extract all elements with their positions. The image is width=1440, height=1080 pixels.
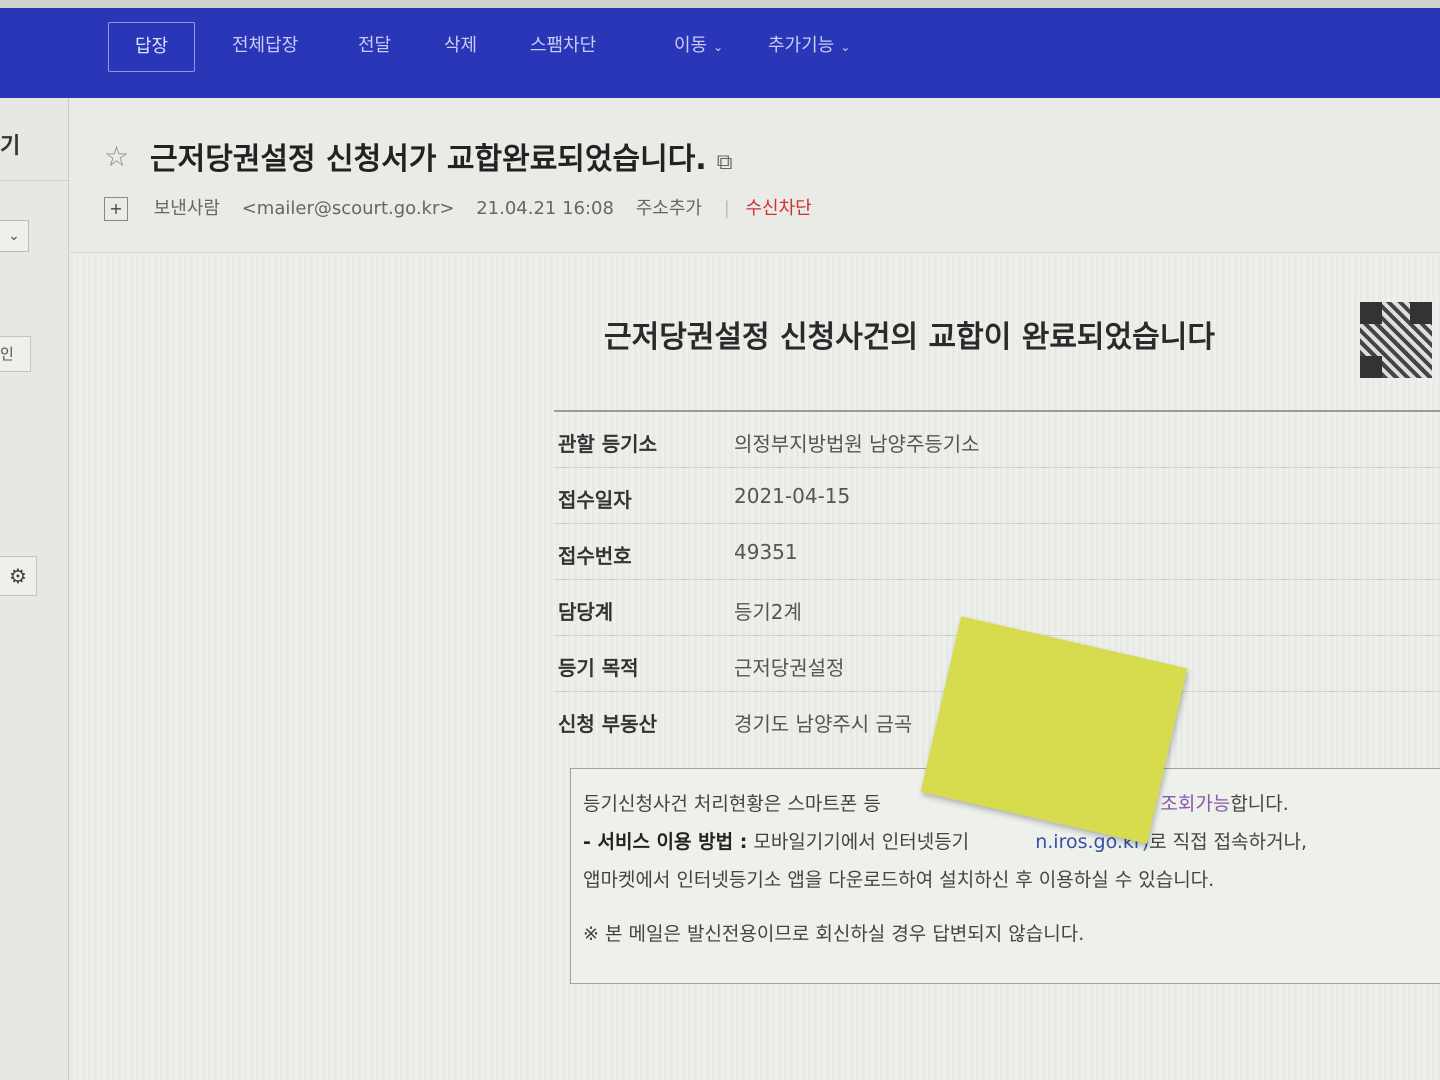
notice-line-2: - 서비스 이용 방법 : 모바일기기에서 인터넷등기 n.iros.go.kr… xyxy=(583,827,1307,854)
row-label: 등기 목적 xyxy=(558,656,639,680)
chevron-down-icon: ⌄ xyxy=(713,40,724,54)
popout-icon[interactable]: ⧉ xyxy=(717,150,733,175)
header-divider xyxy=(68,252,1440,253)
mail-subject: 근저당권설정 신청서가 교합완료되었습니다. ⧉ xyxy=(150,134,732,178)
sidebar-tag-button[interactable]: 인 xyxy=(0,336,31,372)
subject-text: 근저당권설정 신청서가 교합완료되었습니다. xyxy=(150,142,707,177)
sidebar-divider xyxy=(0,180,68,181)
notice-text: 합니다. xyxy=(1230,793,1289,815)
notice-line-3: 앱마켓에서 인터넷등기소 앱을 다운로드하여 설치하신 후 이용하실 수 있습니… xyxy=(583,869,1215,891)
left-sidebar: 기 ⌄ 인 ⚙ xyxy=(0,98,69,1080)
window-top-strip xyxy=(0,0,1440,8)
table-row: 접수번호 49351 xyxy=(554,524,1440,580)
notice-bold: - 서비스 이용 방법 : xyxy=(583,831,748,853)
mail-meta: + 보낸사람 <mailer@scourt.go.kr> 21.04.21 16… xyxy=(104,194,828,221)
sender-name[interactable]: 보낸사람 xyxy=(154,198,220,219)
sidebar-title: 기 xyxy=(0,134,21,159)
qr-code-icon xyxy=(1358,300,1434,380)
row-value: 49351 xyxy=(734,540,798,564)
divider: | xyxy=(723,198,730,219)
reply-button[interactable]: 답장 xyxy=(108,22,196,72)
notice-text: 로 직접 접속하거나, xyxy=(1149,831,1308,853)
row-value: 의정부지방법원 남양주등기소 xyxy=(734,432,980,456)
row-value: 근저당권설정 xyxy=(734,656,845,680)
row-label: 접수번호 xyxy=(558,544,632,568)
row-label: 관할 등기소 xyxy=(558,432,657,456)
document-title: 근저당권설정 신청사건의 교합이 완료되었습니다 xyxy=(604,320,1215,355)
table-row: 관할 등기소 의정부지방법원 남양주등기소 xyxy=(554,412,1440,468)
mail-date: 21.04.21 16:08 xyxy=(476,198,614,219)
notice-line-4: ※ 본 메일은 발신전용이므로 회신하실 경우 답변되지 않습니다. xyxy=(583,923,1085,945)
add-contact-link[interactable]: 주소추가 xyxy=(636,198,702,219)
more-menu[interactable]: 추가기능 ⌄ xyxy=(768,22,850,70)
notice-text: 등기신청사건 처리현황은 스마트폰 등 xyxy=(583,793,881,815)
more-label: 추가기능 xyxy=(768,35,835,56)
row-value: 경기도 남양주시 금곡 xyxy=(734,712,913,736)
move-menu[interactable]: 이동 ⌄ xyxy=(674,22,723,70)
reply-all-button[interactable]: 전체답장 xyxy=(232,22,298,70)
expand-icon[interactable]: + xyxy=(104,197,128,221)
gear-icon[interactable]: ⚙ xyxy=(0,556,37,596)
block-sender-link[interactable]: 수신차단 xyxy=(746,198,812,219)
notice-text: 모바일기기에서 인터넷등기 xyxy=(747,831,970,853)
sender-email[interactable]: <mailer@scourt.go.kr> xyxy=(242,198,455,219)
row-value: 등기2계 xyxy=(734,600,802,624)
spam-block-button[interactable]: 스팸차단 xyxy=(530,22,596,70)
forward-button[interactable]: 전달 xyxy=(358,22,391,70)
move-label: 이동 xyxy=(674,35,708,56)
mail-toolbar: 답장 전체답장 전달 삭제 스팸차단 이동 ⌄ 추가기능 ⌄ xyxy=(0,8,1440,98)
mail-header: ☆ 근저당권설정 신청서가 교합완료되었습니다. ⧉ + 보낸사람 <mailer… xyxy=(68,98,1440,248)
row-label: 접수일자 xyxy=(558,488,632,512)
row-label: 담당계 xyxy=(558,600,614,624)
star-icon[interactable]: ☆ xyxy=(104,140,129,173)
delete-button[interactable]: 삭제 xyxy=(444,22,477,70)
chevron-down-icon[interactable]: ⌄ xyxy=(0,220,29,252)
table-row: 접수일자 2021-04-15 xyxy=(554,468,1440,524)
row-label: 신청 부동산 xyxy=(558,712,657,736)
row-value: 2021-04-15 xyxy=(734,484,851,508)
chevron-down-icon: ⌄ xyxy=(840,40,851,54)
